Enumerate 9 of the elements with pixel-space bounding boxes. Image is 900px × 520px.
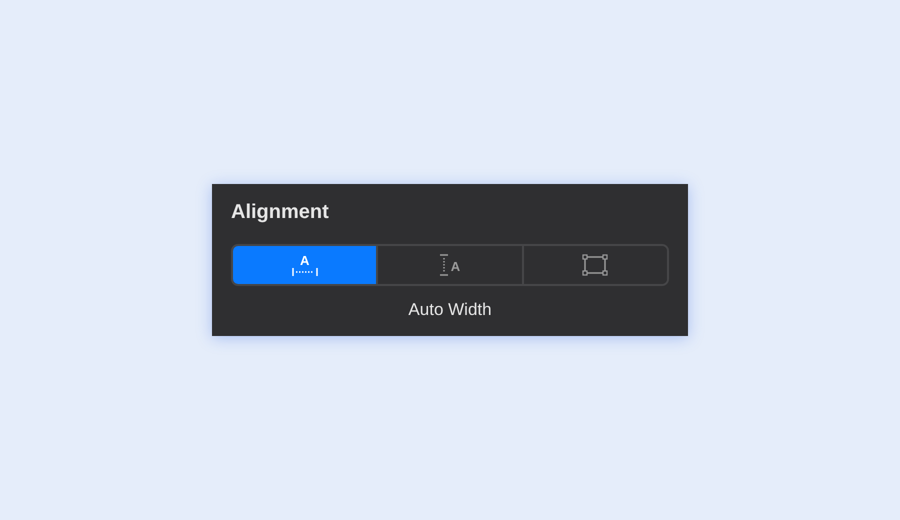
- frame-icon: [582, 254, 608, 276]
- letter-glyph: A: [300, 254, 310, 267]
- segment-button[interactable]: [522, 246, 667, 284]
- panel-title: Alignment: [231, 200, 330, 224]
- height-line-icon: [440, 254, 448, 276]
- letter-glyph: A: [450, 260, 460, 272]
- width-line-icon: [292, 268, 318, 276]
- segment-button[interactable]: A: [233, 246, 376, 284]
- mode-caption: Auto Width: [407, 299, 493, 321]
